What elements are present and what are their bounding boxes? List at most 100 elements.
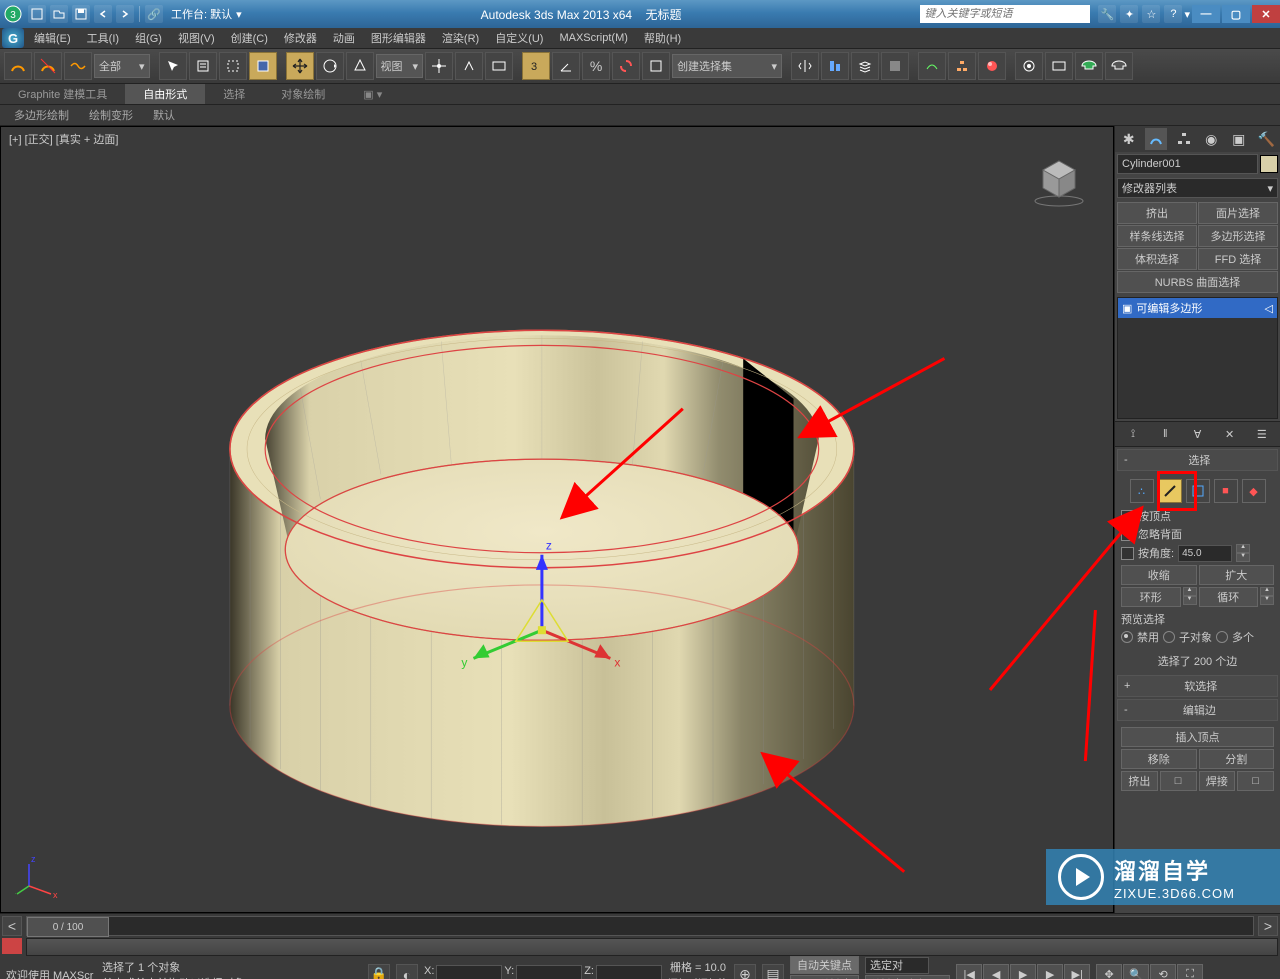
pin-stack-icon[interactable]: ⟟ [1123,425,1143,443]
rollout-editedge-header[interactable]: -编辑边 [1117,699,1278,721]
selection-filter-dd[interactable]: 全部▾ [94,54,150,78]
coord-x[interactable] [436,965,502,979]
ribbon2-paintdeform[interactable]: 绘制变形 [79,105,143,125]
object-name-field[interactable]: Cylinder001 [1117,154,1258,174]
menu-tools[interactable]: 工具(I) [79,30,127,46]
percent-snap-icon[interactable]: % [582,52,610,80]
autokey-button[interactable]: 自动关键点 [790,956,859,974]
maxscript-mini[interactable]: 欢迎使用 MAXScr [4,967,96,979]
viewport-label[interactable]: [+] [正交] [真实 + 边面] [9,131,118,147]
manipulate-icon[interactable] [455,52,483,80]
loop-button[interactable]: 循环 [1199,587,1259,607]
angle-spinner[interactable]: ▲▼ [1236,544,1250,562]
setkey-button[interactable]: 设置关键点 [790,975,859,979]
show-end-result-icon[interactable]: ‖ [1155,425,1175,443]
goto-end-icon[interactable]: ▶| [1064,964,1090,979]
curve-editor-icon[interactable] [918,52,946,80]
ribbon-tab-graphite[interactable]: Graphite 建模工具 [0,84,125,104]
nav-zoom-icon[interactable]: 🔍 [1123,964,1149,979]
help-search-input[interactable] [920,8,1090,20]
viewport[interactable]: [+] [正交] [真实 + 边面] [0,126,1114,913]
so-edge-icon[interactable] [1158,479,1182,503]
add-time-tag[interactable]: 添加时间标签 [668,975,728,979]
rollout-selection-header[interactable]: -选择 [1117,449,1278,471]
qat-open-icon[interactable] [50,5,68,23]
nav-maximize-icon[interactable]: ⛶ [1177,964,1203,979]
timeslider-toggle-icon[interactable]: < [2,916,22,936]
bind-space-warp-icon[interactable] [64,52,92,80]
select-link-icon[interactable] [4,52,32,80]
render-iterative-icon[interactable] [1105,52,1133,80]
menu-maxscript[interactable]: MAXScript(M) [551,32,635,44]
mod-ffd-sel-button[interactable]: FFD 选择 [1198,248,1278,270]
coord-y[interactable] [516,965,582,979]
qat-redo-icon[interactable] [116,5,134,23]
shrink-button[interactable]: 收缩 [1121,565,1197,585]
so-vertex-icon[interactable]: ∴ [1130,479,1154,503]
menu-views[interactable]: 视图(V) [170,30,223,46]
favorite-icon[interactable]: ☆ [1142,5,1160,23]
mod-extrude-button[interactable]: 挤出 [1117,202,1197,224]
trackbar-key-icon[interactable] [2,938,22,954]
so-border-icon[interactable] [1186,479,1210,503]
mod-patch-sel-button[interactable]: 面片选择 [1198,202,1278,224]
selkey-dd[interactable]: 选定对 [865,957,929,974]
tab-create-icon[interactable]: ✱ [1118,128,1140,150]
tab-modify-icon[interactable] [1145,128,1167,150]
timeslider-toggle2-icon[interactable]: > [1258,916,1278,936]
toolbox-icon[interactable]: 🔧 [1098,5,1116,23]
qat-new-icon[interactable] [28,5,46,23]
mod-poly-sel-button[interactable]: 多边形选择 [1198,225,1278,247]
pivot-center-icon[interactable] [425,52,453,80]
ribbon-tab-objpaint[interactable]: 对象绘制 [263,84,343,104]
next-frame-icon[interactable]: ▶ [1037,964,1063,979]
prev-frame-icon[interactable]: ◀ [983,964,1009,979]
ribbon-tab-selection[interactable]: 选择 [205,84,263,104]
schematic-view-icon[interactable] [948,52,976,80]
isolate-icon[interactable]: ◐ [396,964,418,979]
window-minimize-button[interactable]: — [1192,5,1220,23]
modifier-stack[interactable]: ▣ 可编辑多边形 ◁ [1117,297,1278,419]
named-selection-dd[interactable]: 创建选择集▾ [672,54,782,78]
menu-help[interactable]: 帮助(H) [636,30,689,46]
select-rotate-icon[interactable] [316,52,344,80]
layer-manager-icon[interactable] [851,52,879,80]
select-scale-icon[interactable] [346,52,374,80]
radio-multi[interactable] [1216,631,1228,643]
viewcube[interactable] [1029,151,1089,211]
mod-vol-sel-button[interactable]: 体积选择 [1117,248,1197,270]
mirror-icon[interactable] [791,52,819,80]
radio-subobj[interactable] [1163,631,1175,643]
menu-rendering[interactable]: 渲染(R) [434,30,487,46]
help-search-box[interactable] [920,5,1090,23]
make-unique-icon[interactable]: ∀ [1187,425,1207,443]
tab-hierarchy-icon[interactable] [1173,128,1195,150]
split-button[interactable]: 分割 [1199,749,1275,769]
ring-button[interactable]: 环形 [1121,587,1181,607]
ribbon2-default[interactable]: 默认 [143,105,185,125]
mod-spline-sel-button[interactable]: 样条线选择 [1117,225,1197,247]
render-production-icon[interactable] [1075,52,1103,80]
menu-create[interactable]: 创建(C) [223,30,276,46]
select-region-icon[interactable] [219,52,247,80]
remove-button[interactable]: 移除 [1121,749,1197,769]
window-close-button[interactable]: ✕ [1252,5,1280,23]
graphite-toggle-icon[interactable] [881,52,909,80]
select-move-icon[interactable] [286,52,314,80]
radio-disable[interactable] [1121,631,1133,643]
keyfilter-button[interactable]: 关键点过滤器... [865,975,950,979]
loop-spinner[interactable]: ▲▼ [1260,587,1274,607]
rendered-frame-icon[interactable] [1045,52,1073,80]
menu-modifiers[interactable]: 修改器 [276,30,325,46]
nav-orbit-icon[interactable]: ⟲ [1150,964,1176,979]
keyboard-shortcut-icon[interactable] [485,52,513,80]
edit-named-sel-icon[interactable] [642,52,670,80]
ribbon-expand-icon[interactable]: ▣ ▾ [363,88,382,101]
menu-grapheditors[interactable]: 图形编辑器 [363,30,434,46]
chk-by-angle[interactable] [1121,547,1134,560]
so-polygon-icon[interactable]: ■ [1214,479,1238,503]
time-slider[interactable]: 0 / 100 [26,916,1254,936]
extrude-button[interactable]: 挤出 [1121,771,1158,791]
qat-save-icon[interactable] [72,5,90,23]
exchange-icon[interactable]: ✦ [1120,5,1138,23]
